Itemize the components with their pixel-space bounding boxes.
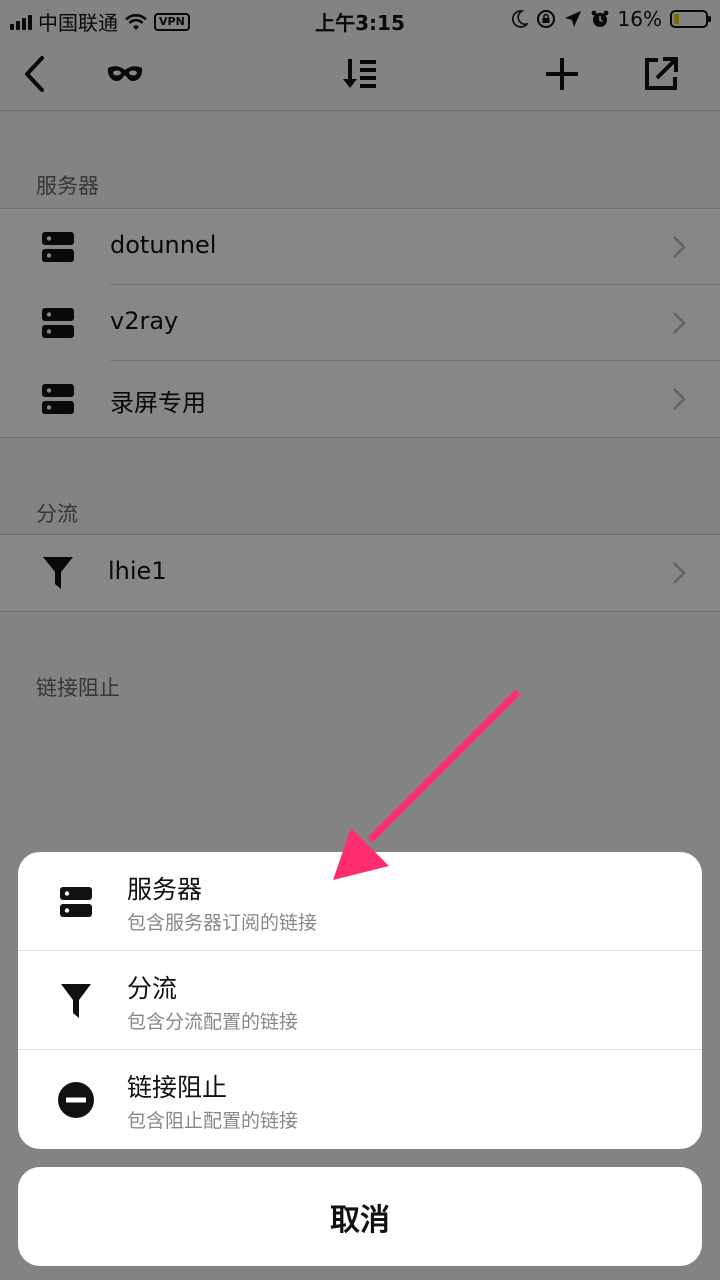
action-subtitle: 包含分流配置的链接 xyxy=(127,1011,299,1033)
cancel-button[interactable]: 取消 xyxy=(18,1167,702,1266)
minus-circle-icon xyxy=(56,1080,96,1120)
action-sheet: 服务器 包含服务器订阅的链接 分流 包含分流配置的链接 链接阻止 包含阻止配置的… xyxy=(18,852,702,1149)
action-item-routing[interactable]: 分流 包含分流配置的链接 xyxy=(18,951,702,1050)
action-item-block[interactable]: 链接阻止 包含阻止配置的链接 xyxy=(18,1050,702,1149)
action-subtitle: 包含阻止配置的链接 xyxy=(127,1110,299,1132)
funnel-icon xyxy=(56,981,96,1021)
server-icon xyxy=(56,882,96,922)
action-title: 服务器 xyxy=(127,875,203,904)
action-subtitle: 包含服务器订阅的链接 xyxy=(127,912,318,934)
action-title: 链接阻止 xyxy=(127,1073,228,1102)
action-item-server[interactable]: 服务器 包含服务器订阅的链接 xyxy=(18,852,702,951)
action-title: 分流 xyxy=(127,974,178,1003)
